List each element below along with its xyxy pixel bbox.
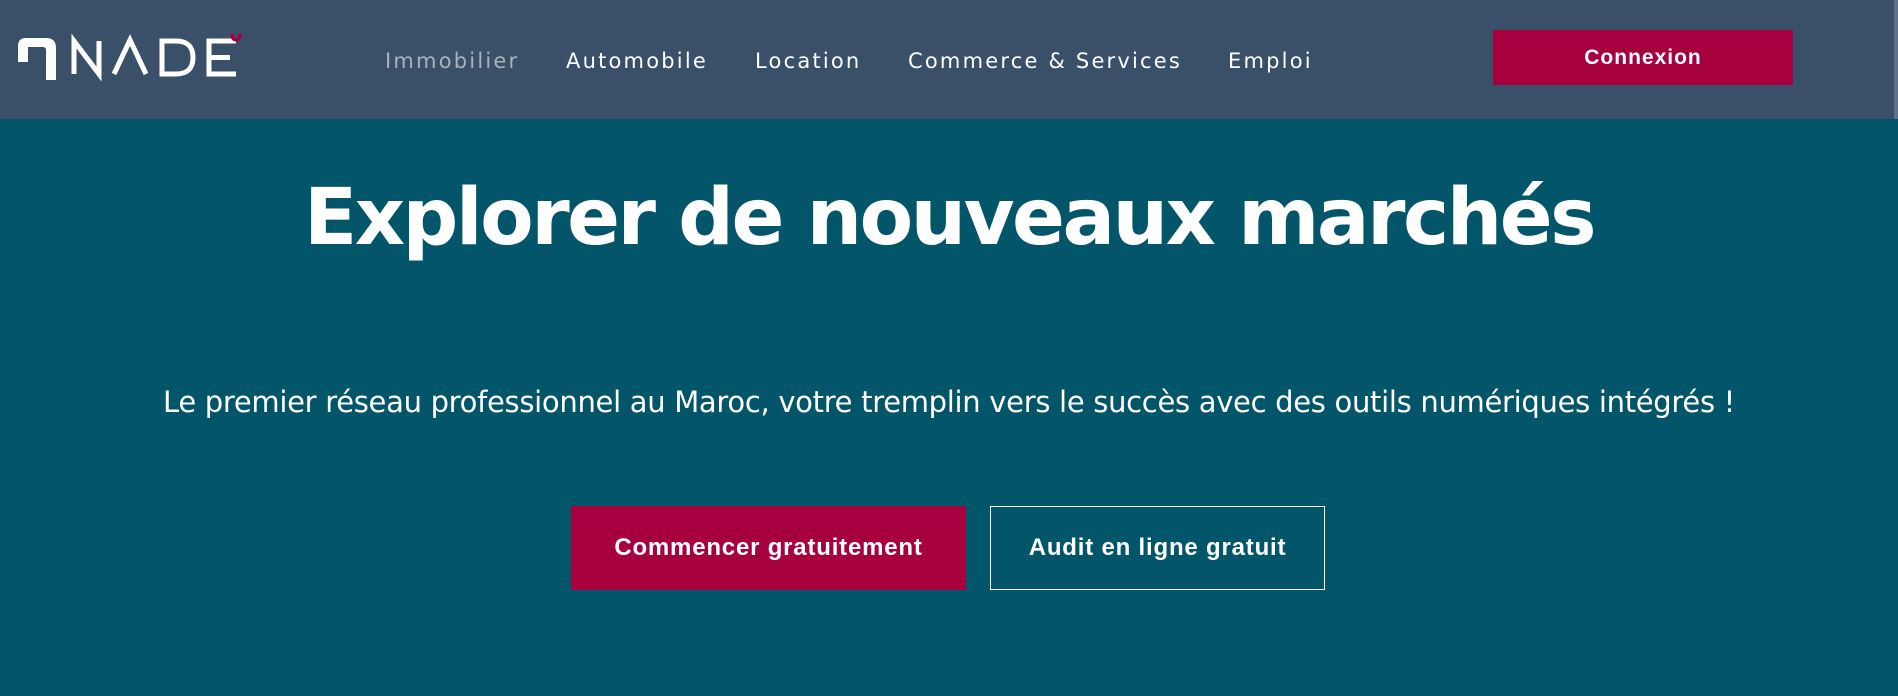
start-free-button[interactable]: Commencer gratuitement <box>571 506 966 590</box>
nav-item-commerce-services[interactable]: Commerce & Services <box>908 49 1182 73</box>
login-button[interactable]: Connexion <box>1493 30 1793 85</box>
main-nav: Immobilier Automobile Location Commerce … <box>0 0 1400 119</box>
nav-item-location[interactable]: Location <box>755 49 861 73</box>
hero-subtitle: Le premier réseau professionnel au Maroc… <box>162 385 1735 419</box>
nav-item-automobile[interactable]: Automobile <box>566 49 708 73</box>
nav-item-immobilier[interactable]: Immobilier <box>385 49 519 73</box>
hero-title: Explorer de nouveaux marchés <box>303 173 1597 263</box>
site-header: Immobilier Automobile Location Commerce … <box>0 0 1898 119</box>
nav-item-emploi[interactable]: Emploi <box>1228 49 1313 73</box>
free-audit-button[interactable]: Audit en ligne gratuit <box>990 506 1325 590</box>
